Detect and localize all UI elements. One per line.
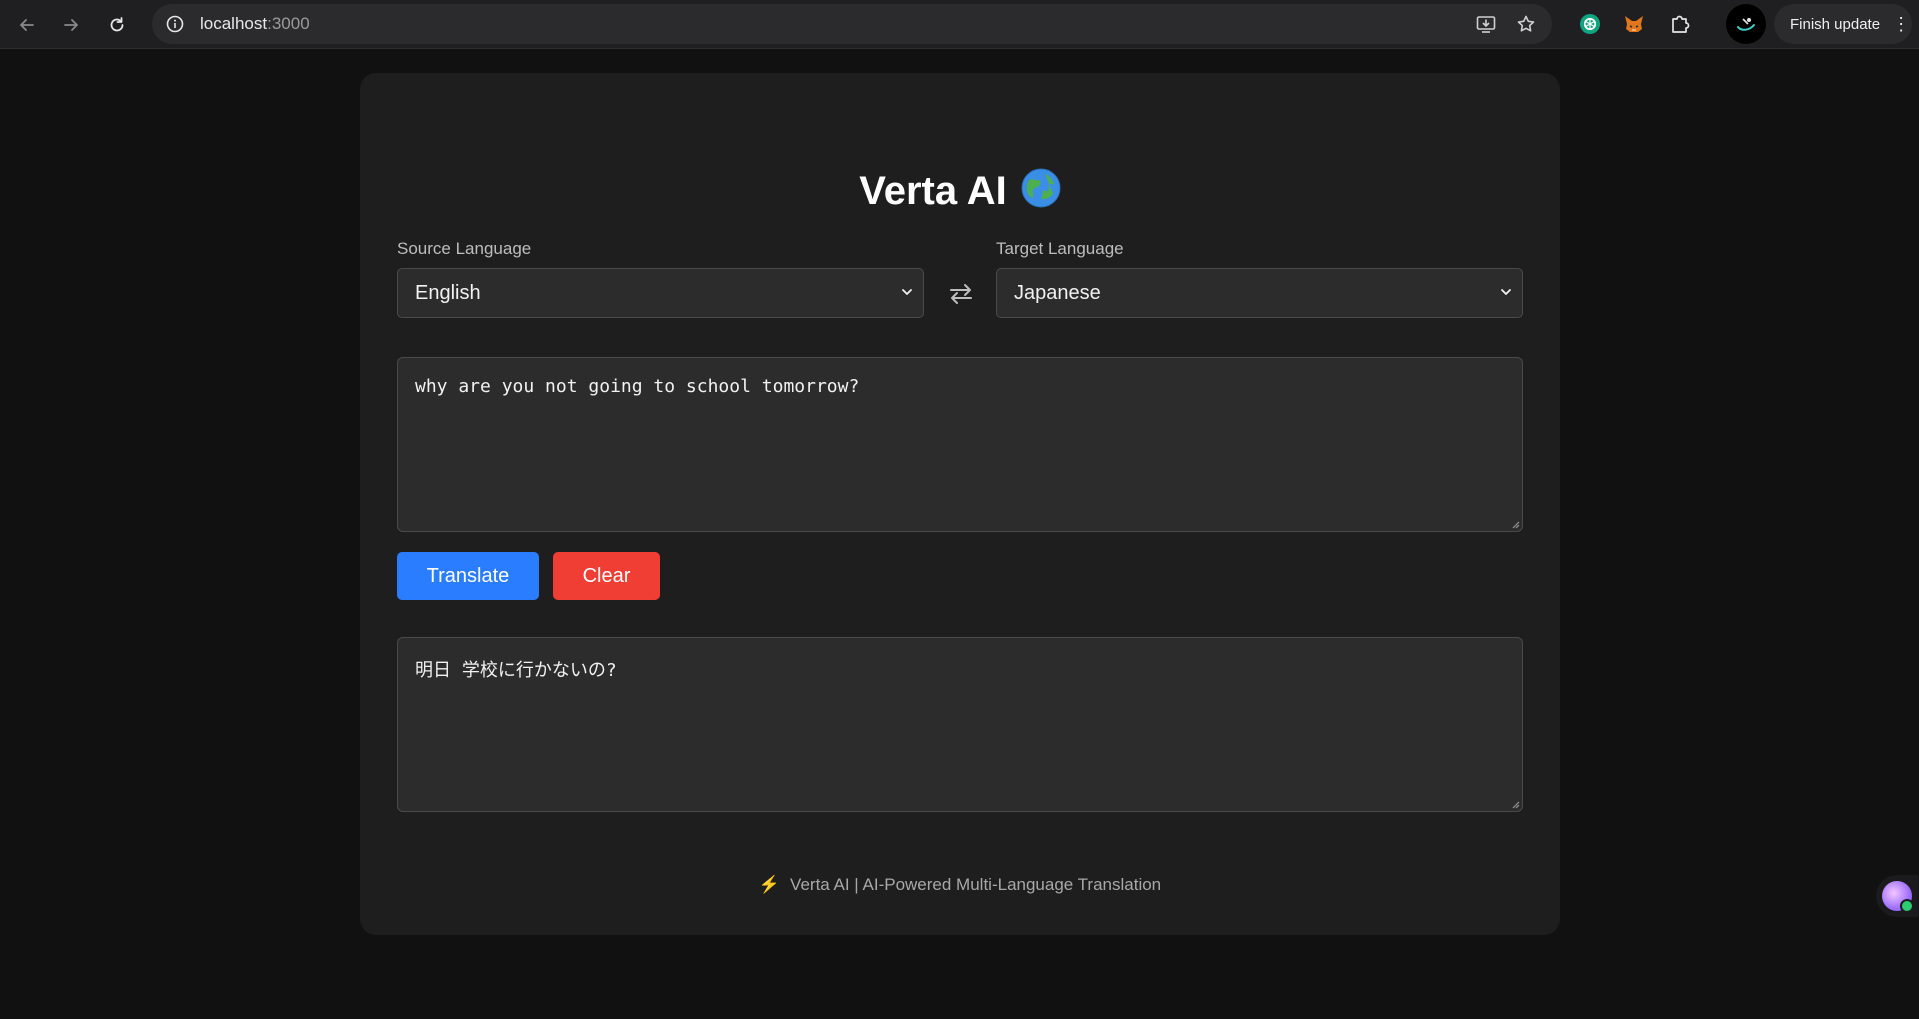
source-language-label: Source Language [397,239,532,258]
app-title: Verta AI [360,168,1560,214]
more-options-icon: ⋮ [1892,14,1911,34]
profile-avatar[interactable] [1726,4,1766,44]
install-app-button[interactable] [1473,11,1499,37]
source-text-value: why are you not going to school tomorrow… [415,376,860,397]
finish-update-label: Finish update [1790,15,1881,33]
translate-button[interactable]: Translate [397,552,539,600]
online-status-dot [1900,899,1914,913]
app-title-text: Verta AI [859,169,1007,213]
swap-languages-button[interactable] [944,281,978,307]
reload-icon [110,17,124,32]
resize-handle-icon[interactable] [1510,519,1520,529]
clear-button[interactable]: Clear [553,552,660,600]
star-icon [1517,15,1535,32]
finish-update-button[interactable]: Finish update ⋮ [1774,4,1912,44]
install-icon [1476,16,1496,33]
translation-output[interactable]: 明日 学校に行かないの? [397,637,1523,812]
site-info-button[interactable] [162,11,188,37]
chevron-down-icon [1501,289,1511,295]
assistant-avatar-icon [1882,881,1914,913]
arrow-left-icon [20,19,34,31]
target-language-select[interactable]: Japanese [996,268,1523,318]
metamask-extension-button[interactable] [1619,9,1649,39]
chevron-down-icon [902,289,912,295]
swap-icon [950,284,972,304]
page-content: Verta AI Source Language English Target … [0,49,1919,1019]
profile-picture-icon [1737,18,1755,31]
source-language-select[interactable]: English [397,268,924,318]
footer: ⚡ Verta AI | AI-Powered Multi-Language Tr… [360,875,1560,895]
address-bar[interactable]: localhost:3000 [152,4,1552,44]
target-language-label: Target Language [996,239,1124,258]
arrow-right-icon [64,19,78,31]
target-language-value: Japanese [1014,281,1101,304]
source-language-value: English [415,281,481,304]
source-text-input[interactable]: why are you not going to school tomorrow… [397,357,1523,532]
floating-assistant-button[interactable] [1876,875,1918,917]
extensions-button[interactable] [1665,9,1695,39]
back-button[interactable] [10,8,44,42]
lightning-bolt-icon: ⚡ [758,875,781,894]
chatgpt-icon [1580,14,1600,34]
puzzle-icon [1672,15,1690,33]
reload-button[interactable] [100,8,134,42]
url-text[interactable]: localhost:3000 [200,14,310,34]
fox-icon [1625,16,1643,32]
url-host: localhost [200,14,268,33]
translation-output-value: 明日 学校に行かないの? [415,660,617,681]
globe-icon [1021,168,1061,208]
footer-text: Verta AI | AI-Powered Multi-Language Tra… [790,875,1162,894]
resize-handle-icon[interactable] [1510,799,1520,809]
bookmark-button[interactable] [1513,11,1539,37]
info-icon [166,15,184,33]
browser-toolbar: localhost:3000 Finish update ⋮ [0,0,1919,49]
chatgpt-extension-button[interactable] [1575,9,1605,39]
url-port: :3000 [267,14,310,33]
translator-card: Verta AI Source Language English Target … [360,73,1560,935]
forward-button[interactable] [54,8,88,42]
